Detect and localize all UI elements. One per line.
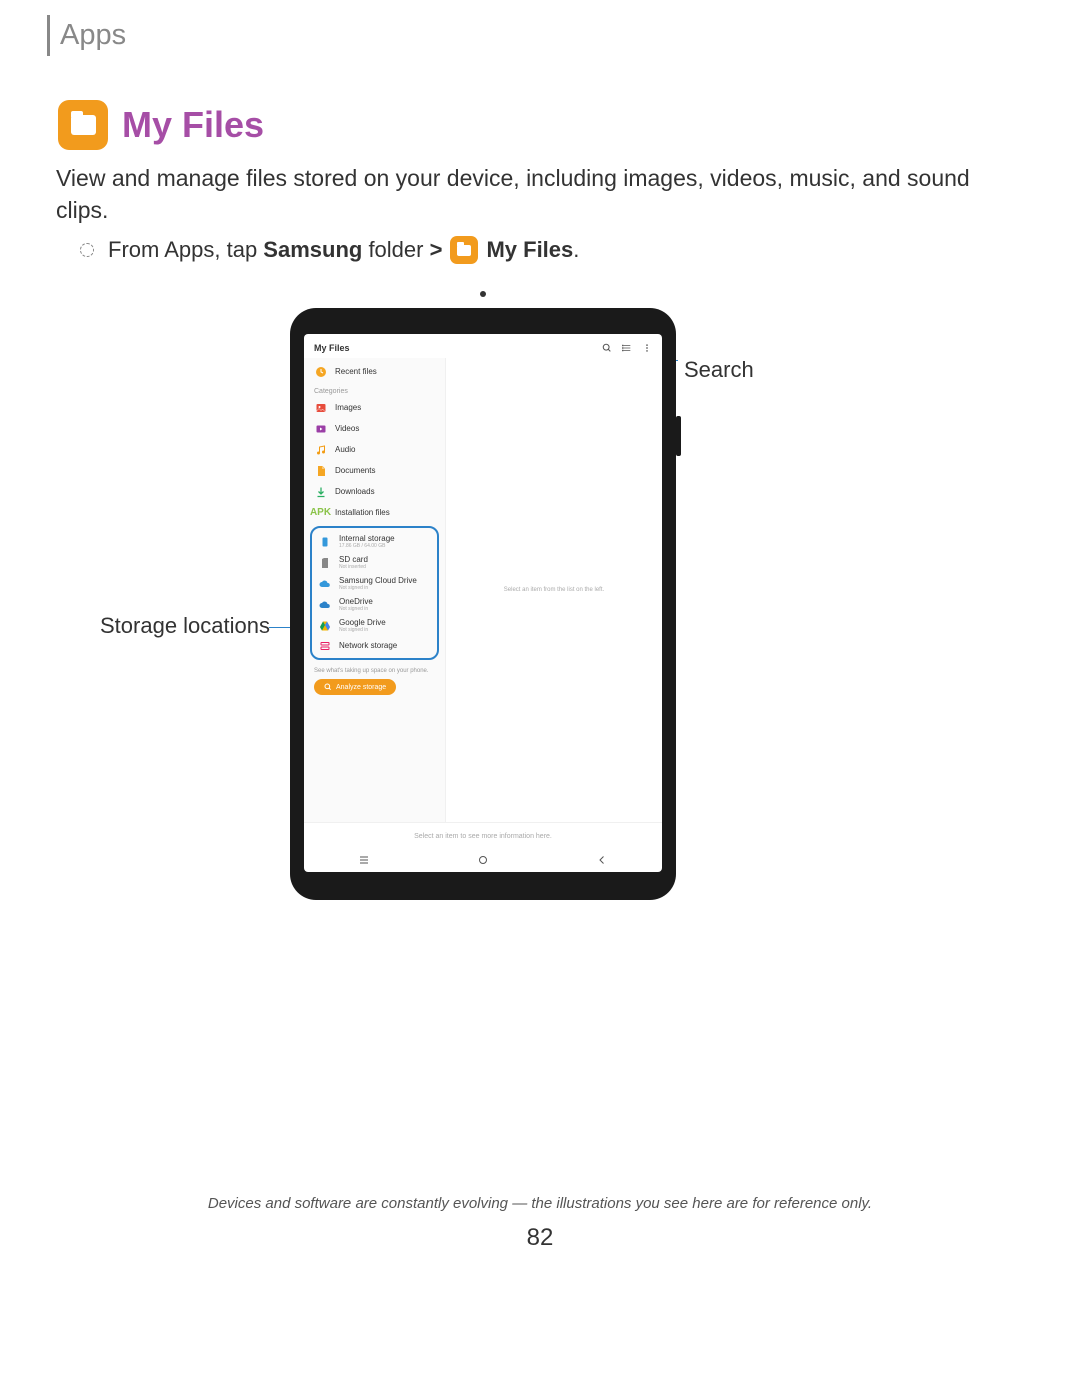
sidebar-videos-label: Videos bbox=[335, 424, 359, 433]
search-icon[interactable] bbox=[602, 343, 612, 353]
nav-bar bbox=[304, 850, 662, 872]
back-nav-icon[interactable] bbox=[596, 854, 608, 869]
app-header: My Files bbox=[304, 334, 662, 358]
sidebar-item-recent[interactable]: Recent files bbox=[304, 361, 445, 382]
instruction-suffix: . bbox=[573, 237, 579, 262]
home-nav-icon[interactable] bbox=[477, 854, 489, 869]
my-files-inline-icon bbox=[450, 236, 478, 264]
sidebar-item-downloads[interactable]: Downloads bbox=[304, 481, 445, 502]
sd-card-icon bbox=[318, 556, 331, 569]
document-icon bbox=[314, 464, 327, 477]
instruction-prefix: From Apps, tap bbox=[108, 237, 263, 262]
device-screen: My Files Recent files bbox=[304, 334, 662, 872]
sidebar-recent-label: Recent files bbox=[335, 367, 377, 376]
video-icon bbox=[314, 422, 327, 435]
download-icon bbox=[314, 485, 327, 498]
app-title: My Files bbox=[314, 343, 350, 353]
instruction-myfiles: My Files bbox=[486, 237, 573, 262]
sidebar-item-images[interactable]: Images bbox=[304, 397, 445, 418]
sidebar-item-videos[interactable]: Videos bbox=[304, 418, 445, 439]
header-actions bbox=[602, 343, 652, 353]
instruction-samsung: Samsung bbox=[263, 237, 362, 262]
sidebar-item-onedrive[interactable]: OneDrive Not signed in bbox=[312, 594, 437, 615]
detail-placeholder: Select an item from the list on the left… bbox=[504, 587, 604, 593]
tablet-frame: My Files Recent files bbox=[290, 308, 676, 900]
camera-dot bbox=[480, 291, 486, 297]
recents-nav-icon[interactable] bbox=[358, 854, 370, 869]
sidebar-images-label: Images bbox=[335, 403, 361, 412]
bottom-info-bar: Select an item to see more information h… bbox=[304, 822, 662, 850]
gdrive-icon bbox=[318, 619, 331, 632]
sidebar-item-internal-storage[interactable]: Internal storage 17.86 GB / 64.00 GB bbox=[312, 531, 437, 552]
sidebar: Recent files Categories Images Videos bbox=[304, 358, 446, 822]
analyze-btn-label: Analyze storage bbox=[336, 684, 386, 691]
callout-storage: Storage locations bbox=[100, 613, 270, 639]
footer-disclaimer: Devices and software are constantly evol… bbox=[0, 1195, 1080, 1212]
sidebar-item-samsung-cloud[interactable]: Samsung Cloud Drive Not signed in bbox=[312, 573, 437, 594]
sidebar-downloads-label: Downloads bbox=[335, 487, 375, 496]
samsung-cloud-label: Samsung Cloud Drive bbox=[339, 576, 417, 585]
sidebar-audio-label: Audio bbox=[335, 445, 355, 454]
gdrive-label: Google Drive bbox=[339, 618, 386, 627]
bullet-icon bbox=[80, 243, 94, 257]
instruction-mid: folder bbox=[362, 237, 429, 262]
audio-icon bbox=[314, 443, 327, 456]
main-content: Recent files Categories Images Videos bbox=[304, 358, 662, 822]
storage-group: Internal storage 17.86 GB / 64.00 GB SD … bbox=[310, 526, 439, 660]
section-header: My Files bbox=[58, 100, 264, 150]
callout-search: Search bbox=[684, 357, 754, 383]
cloud-icon bbox=[318, 577, 331, 590]
view-icon[interactable] bbox=[622, 343, 632, 353]
sidebar-documents-label: Documents bbox=[335, 466, 375, 475]
my-files-app-icon bbox=[58, 100, 108, 150]
gdrive-sub: Not signed in bbox=[339, 627, 386, 633]
samsung-cloud-sub: Not signed in bbox=[339, 585, 417, 591]
sd-card-sub: Not inserted bbox=[339, 564, 368, 570]
sd-card-label: SD card bbox=[339, 555, 368, 564]
chevron-icon: > bbox=[430, 237, 443, 262]
internal-storage-icon bbox=[318, 535, 331, 548]
page-title: My Files bbox=[122, 104, 264, 146]
onedrive-icon bbox=[318, 598, 331, 611]
analyze-hint: See what's taking up space on your phone… bbox=[314, 668, 435, 674]
internal-storage-sub: 17.86 GB / 64.00 GB bbox=[339, 543, 395, 549]
onedrive-label: OneDrive bbox=[339, 597, 373, 606]
sidebar-installation-label: Installation files bbox=[335, 508, 390, 517]
image-icon bbox=[314, 401, 327, 414]
apk-icon: APK bbox=[314, 506, 327, 519]
onedrive-sub: Not signed in bbox=[339, 606, 373, 612]
network-storage-label: Network storage bbox=[339, 641, 397, 650]
categories-label: Categories bbox=[304, 382, 445, 397]
clock-icon bbox=[314, 365, 327, 378]
internal-storage-label: Internal storage bbox=[339, 534, 395, 543]
section-description: View and manage files stored on your dev… bbox=[56, 162, 1020, 226]
sidebar-item-sd-card[interactable]: SD card Not inserted bbox=[312, 552, 437, 573]
analyze-section: See what's taking up space on your phone… bbox=[304, 663, 445, 700]
sidebar-item-gdrive[interactable]: Google Drive Not signed in bbox=[312, 615, 437, 636]
breadcrumb: Apps bbox=[47, 15, 126, 56]
analyze-storage-button[interactable]: Analyze storage bbox=[314, 679, 396, 695]
instruction-line: From Apps, tap Samsung folder > My Files… bbox=[80, 236, 579, 264]
network-icon bbox=[318, 639, 331, 652]
sidebar-item-audio[interactable]: Audio bbox=[304, 439, 445, 460]
more-icon[interactable] bbox=[642, 343, 652, 353]
detail-pane: Select an item from the list on the left… bbox=[446, 358, 662, 822]
page-number: 82 bbox=[0, 1224, 1080, 1252]
sidebar-item-installation[interactable]: APK Installation files bbox=[304, 502, 445, 523]
power-button bbox=[676, 416, 681, 456]
sidebar-item-documents[interactable]: Documents bbox=[304, 460, 445, 481]
sidebar-item-network-storage[interactable]: Network storage bbox=[312, 636, 437, 655]
